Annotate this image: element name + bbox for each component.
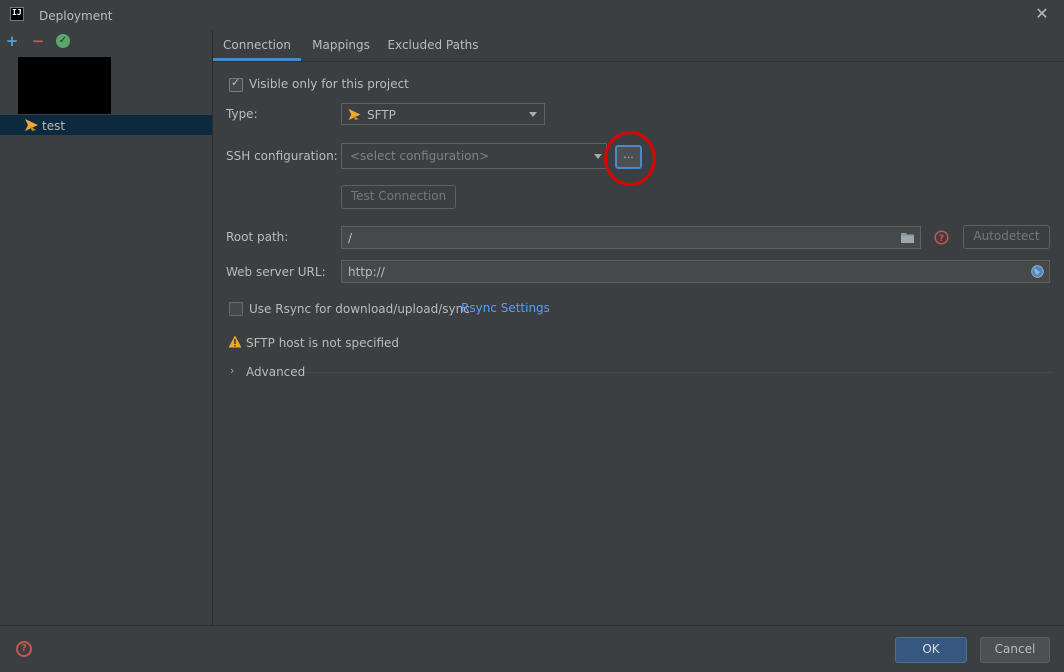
web-url-value: http:// [348, 265, 385, 279]
tab-mappings[interactable]: Mappings [305, 38, 377, 61]
rsync-settings-link[interactable]: Rsync Settings [461, 301, 550, 315]
type-value: SFTP [367, 108, 396, 122]
sftp-icon [25, 119, 38, 131]
root-path-value: / [348, 231, 353, 245]
visible-only-label: Visible only for this project [249, 77, 409, 91]
folder-icon[interactable] [900, 231, 915, 244]
set-default-icon[interactable]: ✓ [56, 34, 70, 48]
sftp-icon [348, 108, 361, 121]
svg-text:?: ? [939, 234, 944, 244]
server-list-panel: + − ✓ test [0, 30, 213, 625]
chevron-right-icon[interactable]: › [230, 364, 234, 377]
title-bar: IJ Deployment ✕ [0, 0, 1064, 30]
type-dropdown[interactable]: SFTP [341, 103, 545, 125]
advanced-section-toggle[interactable]: Advanced [246, 365, 305, 379]
ok-button[interactable]: OK [895, 637, 967, 663]
visible-only-checkbox[interactable] [229, 76, 243, 92]
advanced-separator [305, 372, 1051, 373]
window-title: Deployment [39, 9, 113, 23]
ssh-config-dropdown[interactable]: <select configuration> [341, 143, 607, 169]
globe-icon[interactable] [1031, 265, 1044, 278]
redacted-thumbnail [18, 57, 111, 114]
dialog-footer: ? OK Cancel [0, 625, 1064, 672]
tab-connection[interactable]: Connection [213, 38, 301, 61]
autodetect-button[interactable]: Autodetect [963, 225, 1050, 249]
rsync-label: Use Rsync for download/upload/sync [249, 302, 470, 316]
chevron-down-icon [594, 154, 602, 159]
tab-bar: Connection Mappings Excluded Paths [213, 30, 1064, 62]
root-path-field[interactable]: / [341, 226, 921, 249]
remove-server-icon[interactable]: − [30, 33, 46, 49]
help-icon[interactable]: ? [16, 641, 32, 657]
web-url-label: Web server URL: [226, 265, 326, 279]
warning-icon [228, 335, 242, 348]
ssh-config-label: SSH configuration: [226, 149, 338, 163]
tab-excluded-paths[interactable]: Excluded Paths [385, 38, 481, 61]
test-connection-button[interactable]: Test Connection [341, 185, 456, 209]
help-circle-icon[interactable]: ? [934, 230, 949, 245]
server-list-item[interactable]: test [0, 115, 212, 135]
web-url-field[interactable]: http:// [341, 260, 1050, 283]
close-icon[interactable]: ✕ [1034, 5, 1050, 23]
ssh-config-browse-button[interactable]: ... [615, 145, 642, 169]
chevron-down-icon [529, 112, 537, 117]
cancel-button[interactable]: Cancel [980, 637, 1050, 663]
rsync-checkbox[interactable] [229, 302, 243, 316]
server-item-label: test [42, 119, 66, 133]
type-label: Type: [226, 107, 258, 121]
root-path-label: Root path: [226, 230, 289, 244]
warning-message: SFTP host is not specified [246, 336, 400, 350]
ssh-config-placeholder: <select configuration> [350, 149, 490, 163]
add-server-icon[interactable]: + [4, 33, 20, 49]
intellij-app-icon: IJ [10, 7, 24, 21]
